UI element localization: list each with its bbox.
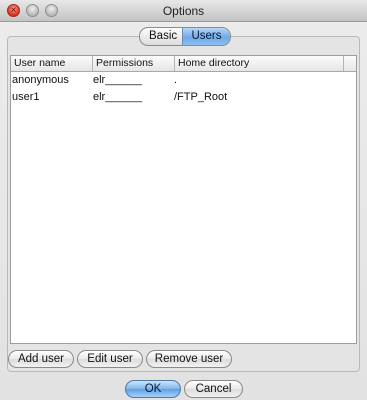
tab-bar: Basic Users [139,27,231,46]
ok-button[interactable]: OK [125,380,181,398]
table-row[interactable]: user1 elr______ /FTP_Root [11,89,356,106]
table-row[interactable]: anonymous elr______ . [11,72,356,89]
cell-home-directory: /FTP_Root [174,91,228,103]
cell-user-name: anonymous [12,74,69,86]
remove-user-button[interactable]: Remove user [146,350,232,368]
users-table: User name Permissions Home directory ano… [10,55,357,344]
column-header-permissions[interactable]: Permissions [93,56,175,71]
column-header-home-directory[interactable]: Home directory [175,56,344,71]
cell-user-name: user1 [12,91,40,103]
column-header-user-name[interactable]: User name [11,56,93,71]
window-title: Options [162,4,205,18]
cell-permissions: elr______ [93,91,142,103]
edit-user-button[interactable]: Edit user [77,350,143,368]
tab-basic[interactable]: Basic [140,28,182,45]
cell-home-directory: . [174,74,178,86]
title-bar[interactable]: × Options [0,0,367,22]
cell-permissions: elr______ [93,74,142,86]
column-header-spacer [344,56,356,71]
tab-users[interactable]: Users [182,28,230,45]
table-header: User name Permissions Home directory [11,56,356,72]
cancel-button[interactable]: Cancel [184,380,243,398]
options-window: × Options Basic Users User name Permissi… [0,0,367,400]
add-user-button[interactable]: Add user [8,350,74,368]
